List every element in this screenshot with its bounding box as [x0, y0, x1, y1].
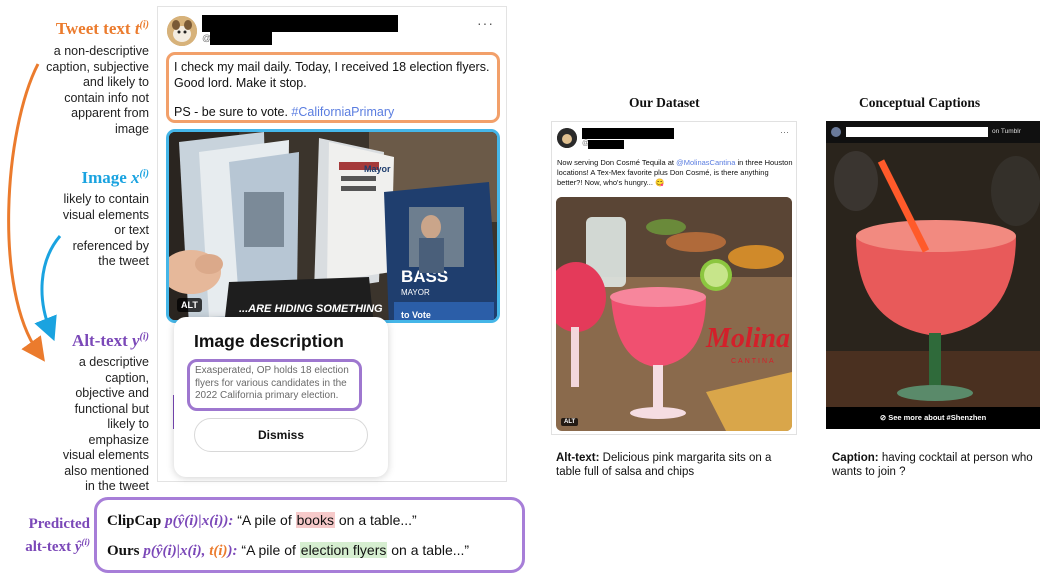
flow-arrows	[7, 63, 62, 362]
margarita-photo: Molina's CANTINA	[556, 197, 792, 431]
dismiss-button[interactable]: Dismiss	[194, 418, 368, 452]
brand-logo: Molina's	[705, 323, 792, 354]
tweet-image[interactable]: ...ARE HIDING SOMETHING BASS MAYOR to Vo…	[166, 129, 500, 323]
tweet-text-line2: PS - be sure to vote. #CaliforniaPrimary	[174, 105, 395, 119]
hashtag-link[interactable]: #CaliforniaPrimary	[291, 105, 394, 119]
conceptual-captions-caption: Caption: having cocktail at person who w…	[832, 452, 1033, 478]
conceptual-captions-title: Conceptual Captions	[859, 95, 981, 110]
cc-source: on Tumblr	[992, 128, 1021, 135]
alt-badge[interactable]: ALT	[177, 298, 202, 312]
more-options-icon[interactable]: ···	[477, 15, 494, 31]
image-to-alt-arrow	[34, 235, 62, 342]
dataset-alt-badge[interactable]: ALT	[561, 418, 579, 426]
margarita-image[interactable]: Molina's CANTINA ALT	[556, 197, 792, 431]
tweet-to-alt-arrow	[7, 63, 45, 362]
popup-alt-text: Exasperated, OP holds 18 election flyers…	[187, 359, 362, 411]
flyer-text-mayor-top: Mayor	[364, 164, 391, 174]
cc-see-more[interactable]: ⊘ See more about #Shenzhen	[826, 407, 1040, 429]
dataset-tweet-text: Now serving Don Cosmé Tequila at @Molina…	[557, 158, 793, 187]
our-dataset-tweet-card: @ ··· Now serving Don Cosmé Tequila at @…	[551, 121, 797, 435]
conceptual-captions-card: on Tumblr ⊘ See more about #Shenzhen	[826, 121, 1040, 429]
redacted-handle	[210, 32, 272, 45]
clipcap-prediction: ClipCap p(ŷ(i)|x(i)): “A pile of books o…	[107, 512, 417, 529]
brand-logo-sub: CANTINA	[731, 358, 776, 365]
dataset-redacted-handle	[588, 140, 624, 149]
flyer-text-vote: to Vote	[401, 310, 431, 320]
dataset-alt-text-caption: Alt-text: Delicious pink margarita sits …	[556, 452, 772, 478]
cc-avatar	[831, 127, 841, 137]
our-dataset-title: Our Dataset	[629, 95, 700, 110]
cc-header: on Tumblr	[826, 121, 1040, 143]
avatar	[167, 16, 197, 46]
redacted-username	[202, 15, 398, 32]
tweet-text-line1: I check my mail daily. Today, I received…	[174, 60, 490, 90]
flyer-text-mayor: MAYOR	[401, 288, 430, 297]
ours-prediction: Ours p(ŷ(i)|x(i), t(i)): “A pile of elec…	[107, 542, 470, 559]
popup-title: Image description	[194, 331, 344, 351]
prediction-box: ClipCap p(ŷ(i)|x(i)): “A pile of books o…	[94, 497, 525, 573]
cc-redacted-bar	[846, 127, 988, 137]
dataset-more-icon[interactable]: ···	[780, 127, 789, 137]
tweet-text-box: I check my mail daily. Today, I received…	[166, 52, 500, 123]
ours-highlight: election flyers	[299, 542, 388, 558]
dataset-avatar	[557, 128, 577, 148]
dataset-redacted-username	[582, 128, 674, 139]
dataset-mention[interactable]: @MolinasCantina	[676, 158, 735, 167]
predicted-alt-text-label: Predicted alt-text ŷ(i)	[25, 516, 90, 555]
image-description-popup: Image description Exasperated, OP holds …	[174, 317, 388, 477]
cocktail-photo	[826, 121, 1040, 429]
clipcap-highlight: books	[295, 512, 335, 528]
flyer-text-hiding: ...ARE HIDING SOMETHING	[239, 303, 383, 315]
flyers-photo: ...ARE HIDING SOMETHING BASS MAYOR to Vo…	[169, 132, 497, 320]
tweet-card: @ ··· I check my mail daily. Today, I re…	[157, 6, 507, 482]
